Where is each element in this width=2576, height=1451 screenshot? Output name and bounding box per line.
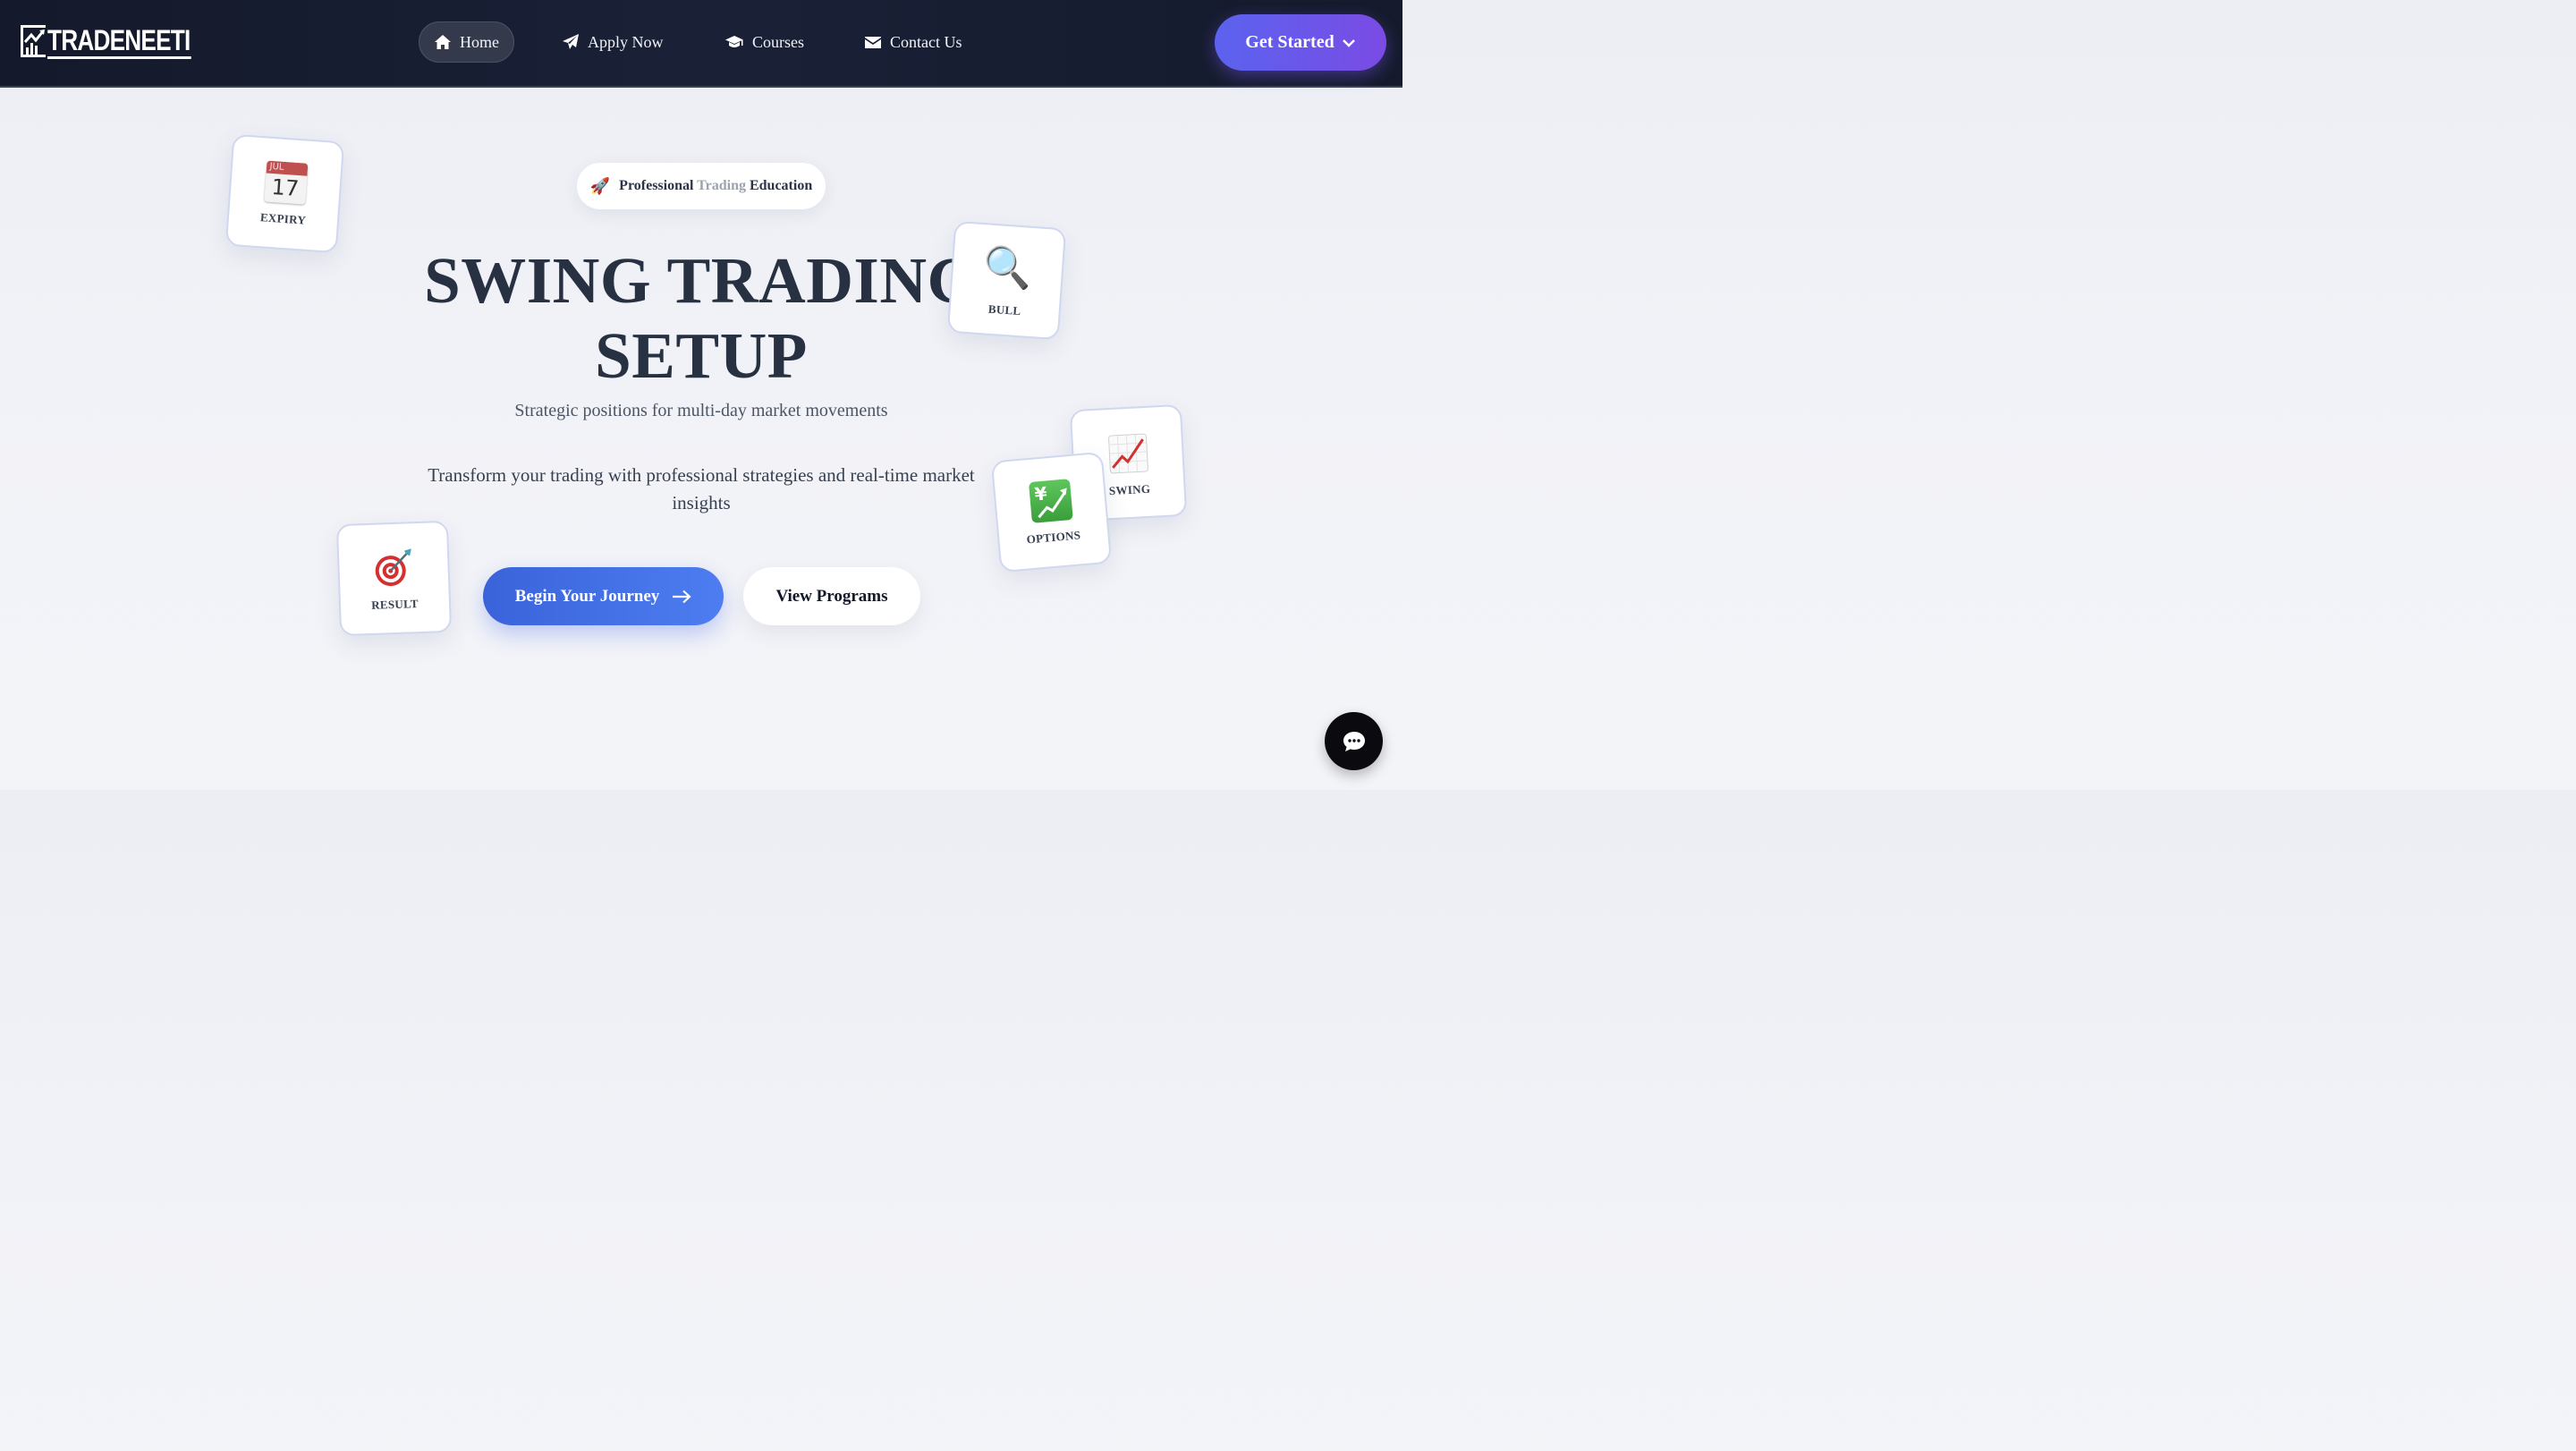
chat-widget-button[interactable] (1325, 712, 1383, 770)
target-icon (375, 547, 411, 586)
graduation-cap-icon (725, 36, 743, 47)
card-label: OPTIONS (1026, 527, 1081, 547)
nav-item-home[interactable]: Home (419, 21, 514, 63)
begin-journey-label: Begin Your Journey (514, 586, 660, 606)
chat-bubble-icon (1343, 731, 1365, 751)
chevron-down-icon (1342, 38, 1355, 47)
hero-badge: 🚀 Professional Trading Education (577, 163, 826, 209)
get-started-label: Get Started (1245, 32, 1335, 52)
logo-text: TRADENEETI (47, 24, 192, 59)
hero-title-line-2: SETUP (595, 319, 808, 392)
chart-increasing-icon (1107, 433, 1148, 473)
yen-chart-icon: ¥ (1028, 478, 1073, 523)
view-programs-button[interactable]: View Programs (743, 567, 920, 625)
badge-word-education: Education (749, 178, 813, 193)
arrow-right-icon (673, 590, 691, 603)
floating-card-expiry: JUL 17 EXPIRY (225, 133, 345, 254)
envelope-icon (865, 37, 881, 48)
hero-description: Transform your trading with professional… (428, 464, 975, 513)
top-navbar: TRADENEETI Home Apply Now Courses Contac… (0, 0, 1402, 88)
brand-logo[interactable]: TRADENEETI (21, 24, 223, 59)
logo-chart-icon (21, 25, 46, 57)
nav-item-courses[interactable]: Courses (724, 21, 804, 63)
hero-subtitle: Strategic positions for multi-day market… (514, 401, 888, 420)
nav-item-apply-now[interactable]: Apply Now (562, 21, 664, 63)
nav-item-contact-us[interactable]: Contact Us (864, 21, 962, 63)
paper-plane-icon (563, 34, 579, 49)
card-label: RESULT (370, 596, 419, 612)
get-started-button[interactable]: Get Started (1215, 14, 1386, 71)
badge-word-trading: Trading (697, 178, 746, 193)
magnifier-icon: 🔍 (981, 242, 1034, 293)
nav-item-label: Home (460, 32, 499, 51)
nav-item-label: Apply Now (588, 32, 664, 51)
card-label: BULL (987, 301, 1022, 318)
begin-journey-button[interactable]: Begin Your Journey (483, 567, 724, 625)
card-label: EXPIRY (259, 209, 307, 227)
nav-item-label: Courses (752, 32, 804, 51)
badge-word-professional: Professional (619, 178, 694, 193)
card-label: SWING (1108, 481, 1151, 497)
home-icon (435, 35, 451, 49)
hero-title-line-1: SWING TRADING (424, 244, 979, 317)
floating-card-options: ¥ OPTIONS (990, 451, 1113, 573)
view-programs-label: View Programs (775, 586, 888, 606)
rocket-icon: 🚀 (589, 176, 611, 196)
calendar-icon: JUL 17 (263, 159, 308, 205)
floating-card-bull: 🔍 BULL (946, 220, 1067, 341)
floating-card-result: RESULT (335, 520, 453, 637)
nav-item-label: Contact Us (890, 32, 962, 51)
